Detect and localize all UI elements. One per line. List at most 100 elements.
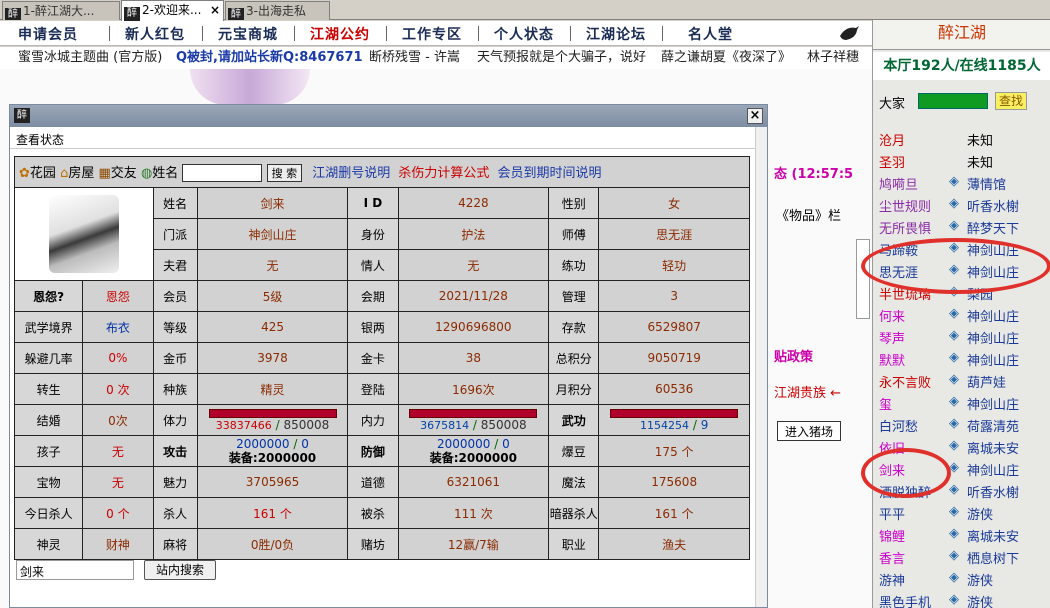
player-row[interactable]: 黑色手机 ◈ 游侠 (879, 592, 1050, 608)
marquee-item[interactable]: 断桥残雪 - 许嵩 (369, 47, 460, 69)
nav-status[interactable]: 个人状态 (494, 24, 554, 44)
mp-cell: 3675814 / 850008 (397, 404, 550, 436)
player-row[interactable]: 沧月 未知 (879, 130, 1050, 152)
marquee-item[interactable]: 林子祥穗 (807, 47, 859, 69)
marquee-item[interactable]: 天气预报就是个大骗子，说好 (477, 47, 646, 69)
value-defense-equip: 装备:2000000 (429, 451, 517, 465)
value-martial-max: 9 (700, 417, 709, 432)
player-group: 醉梦天下 (967, 222, 1020, 237)
player-row[interactable]: 香言 ◈ 栖息树下 (879, 548, 1050, 570)
label-role: 身份 (347, 218, 399, 250)
player-row[interactable]: 尘世规则 ◈ 听香水榭 (879, 196, 1050, 218)
label-magic: 魔法 (548, 466, 600, 498)
nav-apply-member[interactable]: 申请会员 (18, 24, 78, 44)
player-name[interactable]: 沧月 (879, 130, 969, 149)
player-row[interactable]: 圣羽 未知 (879, 152, 1050, 174)
group-icon: ◈ (949, 548, 959, 563)
label-manage: 管理 (548, 280, 600, 312)
find-button[interactable]: 查找 (995, 92, 1027, 110)
room-title: 醉江湖 (873, 20, 1050, 50)
player-row[interactable]: 玺 ◈ 神剑山庄 (879, 394, 1050, 416)
player-group: 游侠 (967, 574, 994, 589)
label-casino: 赌坊 (347, 528, 399, 560)
value-mp: 3675814 (420, 418, 470, 432)
friends-link[interactable]: 交友 (111, 166, 137, 181)
marquee-item[interactable]: Q被封,请加站长新Q:8467671 (176, 47, 363, 69)
nav-forum[interactable]: 江湖论坛 (586, 24, 646, 44)
player-row[interactable]: 锦鲤 ◈ 离城未安 (879, 526, 1050, 548)
close-icon[interactable]: × (747, 108, 763, 124)
label-gender: 性别 (548, 187, 600, 219)
house-link[interactable]: 房屋 (68, 166, 94, 181)
player-row[interactable]: 白河愁 ◈ 荷露清苑 (879, 416, 1050, 438)
status-table: ✿花园 ⌂房屋 ▦交友 ◍姓名 搜 索 江湖删号说明 杀伤力计算公式 会员到期时… (13, 156, 750, 560)
value-treasure: 无 (82, 466, 154, 498)
nav-hall-of-fame[interactable]: 名人堂 (688, 24, 733, 44)
tab-3[interactable]: 醉 3-出海走私 (225, 1, 330, 20)
label-virtue: 道德 (347, 466, 399, 498)
nav-separator (478, 26, 479, 41)
player-row[interactable]: 何来 ◈ 神剑山庄 (879, 306, 1050, 328)
name-search-input[interactable] (182, 164, 263, 183)
player-name[interactable]: 圣羽 (879, 152, 969, 171)
label-master: 师傅 (548, 218, 600, 250)
avatar-cell (14, 187, 154, 281)
label-kill: 杀人 (152, 497, 198, 529)
delete-account-link[interactable]: 江湖删号说明 (312, 166, 390, 181)
dialog-scrollbar[interactable] (755, 127, 767, 607)
value-login: 1696次 (397, 373, 550, 405)
site-search-input[interactable]: 剑来 (16, 560, 134, 580)
player-row[interactable]: 平平 ◈ 游侠 (879, 504, 1050, 526)
value-month-score: 60536 (598, 373, 750, 405)
member-expire-link[interactable]: 会员到期时间说明 (498, 166, 602, 181)
scrollbar[interactable] (856, 239, 870, 319)
value-kill: 161 个 (196, 497, 349, 529)
player-row[interactable]: 永不言败 ◈ 葫芦娃 (879, 372, 1050, 394)
player-group: 神剑山庄 (967, 464, 1020, 479)
zui-icon: 醉 (124, 7, 140, 21)
value-bean: 175 个 (598, 435, 750, 467)
globe-icon: ◍ (140, 165, 153, 181)
close-tab-icon[interactable]: × (210, 1, 220, 19)
player-group: 神剑山庄 (967, 354, 1020, 369)
label-sect: 门派 (152, 218, 198, 250)
garden-link[interactable]: 花园 (30, 166, 56, 181)
highlight-circle (861, 238, 1050, 294)
value-hp: 33837466 (215, 418, 272, 432)
player-row[interactable]: 无所畏惧 ◈ 醉梦天下 (879, 218, 1050, 240)
label-killed: 被杀 (347, 497, 399, 529)
marquee-item[interactable]: 薛之谦胡夏《夜深了》 (661, 47, 791, 69)
marquee-item[interactable]: 蜜雪冰城主题曲 (官方版) (18, 47, 162, 69)
dialog-subtitle: 查看状态 (10, 127, 767, 149)
noble-text: 江湖贵族 ← (774, 386, 842, 401)
bird-icon[interactable] (838, 24, 860, 42)
player-row[interactable]: 默默 ◈ 神剑山庄 (879, 350, 1050, 372)
nav-rules[interactable]: 江湖公约 (310, 24, 370, 44)
value-grudge[interactable]: 恩怨 (82, 280, 154, 312)
player-row[interactable]: 琴声 ◈ 神剑山庄 (879, 328, 1050, 350)
label-train: 练功 (548, 249, 600, 281)
enter-pig-farm-button[interactable]: 进入猪场 (777, 421, 841, 441)
nav-new-redpack[interactable]: 新人红包 (125, 24, 185, 44)
group-icon: ◈ (949, 394, 959, 409)
site-search-button[interactable]: 站内搜索 (144, 560, 216, 580)
value-attack-equip: 装备:2000000 (228, 451, 317, 465)
target-selector[interactable] (918, 93, 988, 109)
value-gold: 3978 (196, 342, 349, 374)
value-score: 9050719 (598, 342, 750, 374)
damage-formula-link[interactable]: 杀伤力计算公式 (398, 166, 489, 181)
player-row[interactable]: 鸠嗬旦 ◈ 薄情馆 (879, 174, 1050, 196)
value-dodge: 0% (82, 342, 154, 374)
user-list-panel: 醉江湖 本厅192人/在线1185人 大家 查找 沧月 未知 圣羽 未知 鸠嗬旦 ◈ 薄情馆… (861, 20, 1050, 608)
dialog-titlebar[interactable]: 醉 × (10, 105, 767, 127)
nav-work[interactable]: 工作专区 (402, 24, 462, 44)
tab-2[interactable]: 醉 2-欢迎来... × (121, 0, 224, 21)
tab-1[interactable]: 醉 1-醉江湖大... (2, 1, 120, 20)
player-row[interactable]: 游神 ◈ 游侠 (879, 570, 1050, 592)
label-grudge: 恩怨? (13, 280, 84, 312)
search-button[interactable]: 搜 索 (266, 164, 303, 183)
status-dialog: 醉 × 查看状态 ✿花园 ⌂房屋 ▦交友 ◍姓名 搜 索 江湖删号说明 杀伤力计… (9, 104, 768, 608)
label-realm: 武学境界 (13, 311, 84, 343)
value-casino: 12赢/7输 (397, 528, 550, 560)
nav-shop[interactable]: 元宝商城 (218, 24, 278, 44)
